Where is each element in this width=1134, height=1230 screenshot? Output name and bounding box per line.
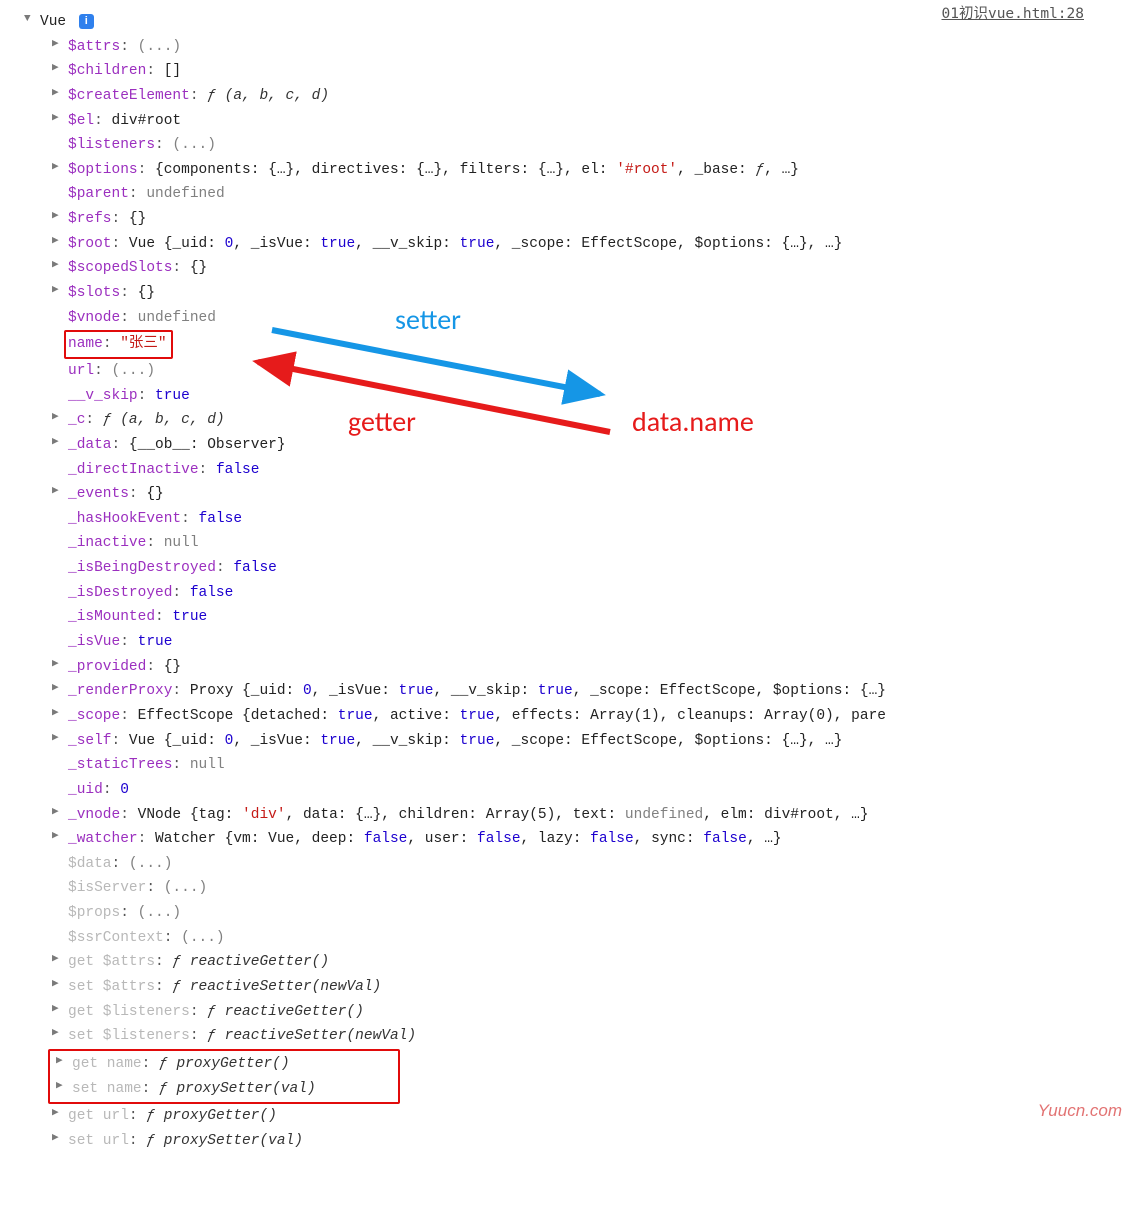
chevron-right-icon[interactable]: ▶ [52, 1129, 66, 1148]
chevron-right-icon[interactable]: ▶ [52, 433, 66, 452]
chevron-right-icon[interactable]: ▶ [52, 803, 66, 822]
prop-renderProxy[interactable]: ▶_renderProxy: Proxy {_uid: 0, _isVue: t… [12, 679, 1122, 704]
name-accessors-highlighted: ▶get name: ƒ proxyGetter() ▶set name: ƒ … [48, 1049, 400, 1104]
prop-attrs[interactable]: ▶$attrs: (...) [12, 35, 1122, 60]
prop-parent[interactable]: ▶$parent: undefined [12, 182, 1122, 207]
chevron-right-icon[interactable]: ▶ [52, 679, 66, 698]
getter-listeners[interactable]: ▶get $listeners: ƒ reactiveGetter() [12, 1000, 1122, 1025]
prop-root[interactable]: ▶$root: Vue {_uid: 0, _isVue: true, __v_… [12, 232, 1122, 257]
prop-listeners[interactable]: ▶$listeners: (...) [12, 133, 1122, 158]
prop-isMounted[interactable]: ▶_isMounted: true [12, 605, 1122, 630]
watermark: Yuucn.com [1038, 1097, 1122, 1126]
chevron-right-icon[interactable]: ▶ [52, 655, 66, 674]
getter-name[interactable]: ▶get name: ƒ proxyGetter() [54, 1052, 394, 1077]
chevron-right-icon[interactable]: ▶ [52, 408, 66, 427]
prop-url[interactable]: ▶url: (...) [12, 359, 1122, 384]
prop-createElement[interactable]: ▶$createElement: ƒ (a, b, c, d) [12, 84, 1122, 109]
prop-scope[interactable]: ▶_scope: EffectScope {detached: true, ac… [12, 704, 1122, 729]
prop-vnode2[interactable]: ▶_vnode: VNode {tag: 'div', data: {…}, c… [12, 803, 1122, 828]
prop-vnode[interactable]: ▶$vnode: undefined [12, 306, 1122, 331]
prop-hasHookEvent[interactable]: ▶_hasHookEvent: false [12, 507, 1122, 532]
annotation-dataname: data.name [632, 398, 754, 446]
chevron-right-icon[interactable]: ▶ [56, 1052, 70, 1071]
chevron-right-icon[interactable]: ▶ [52, 109, 66, 128]
prop-el[interactable]: ▶$el: div#root [12, 109, 1122, 134]
getter-attrs[interactable]: ▶get $attrs: ƒ reactiveGetter() [12, 950, 1122, 975]
prop-isDestroyed[interactable]: ▶_isDestroyed: false [12, 581, 1122, 606]
chevron-right-icon[interactable]: ▶ [52, 704, 66, 723]
prop-events[interactable]: ▶_events: {} [12, 482, 1122, 507]
chevron-right-icon[interactable]: ▶ [52, 35, 66, 54]
console-output: 01初识vue.html:28 ▼ Vue i ▶$attrs: (...) ▶… [0, 0, 1134, 1173]
chevron-right-icon[interactable]: ▶ [52, 158, 66, 177]
setter-name[interactable]: ▶set name: ƒ proxySetter(val) [54, 1077, 394, 1102]
prop-isVue[interactable]: ▶_isVue: true [12, 630, 1122, 655]
chevron-right-icon[interactable]: ▶ [52, 482, 66, 501]
prop-ssrContext[interactable]: ▶$ssrContext: (...) [12, 926, 1122, 951]
prop-children[interactable]: ▶$children: [] [12, 59, 1122, 84]
prop-uid[interactable]: ▶_uid: 0 [12, 778, 1122, 803]
prop-name-highlighted[interactable]: ▶name: "张三" [12, 330, 1122, 359]
prop-isServer[interactable]: ▶$isServer: (...) [12, 876, 1122, 901]
annotation-setter: setter [395, 296, 461, 344]
prop-dollar-props[interactable]: ▶$props: (...) [12, 901, 1122, 926]
prop-watcher[interactable]: ▶_watcher: Watcher {vm: Vue, deep: false… [12, 827, 1122, 852]
prop-options[interactable]: ▶$options: {components: {…}, directives:… [12, 158, 1122, 183]
chevron-right-icon[interactable]: ▶ [52, 232, 66, 251]
prop-directInactive[interactable]: ▶_directInactive: false [12, 458, 1122, 483]
chevron-right-icon[interactable]: ▶ [52, 1000, 66, 1019]
chevron-right-icon[interactable]: ▶ [56, 1077, 70, 1096]
root-object[interactable]: ▼ Vue i [12, 10, 1122, 35]
prop-self[interactable]: ▶_self: Vue {_uid: 0, _isVue: true, __v_… [12, 729, 1122, 754]
setter-url[interactable]: ▶set url: ƒ proxySetter(val) [12, 1129, 1122, 1154]
chevron-right-icon[interactable]: ▶ [52, 59, 66, 78]
prop-inactive[interactable]: ▶_inactive: null [12, 531, 1122, 556]
prop-c[interactable]: ▶_c: ƒ (a, b, c, d) [12, 408, 1122, 433]
chevron-right-icon[interactable]: ▶ [52, 207, 66, 226]
chevron-right-icon[interactable]: ▶ [52, 827, 66, 846]
chevron-right-icon[interactable]: ▶ [52, 281, 66, 300]
info-icon[interactable]: i [79, 14, 94, 29]
prop-provided[interactable]: ▶_provided: {} [12, 655, 1122, 680]
chevron-right-icon[interactable]: ▶ [52, 950, 66, 969]
prop-slots[interactable]: ▶$slots: {} [12, 281, 1122, 306]
chevron-right-icon[interactable]: ▶ [52, 84, 66, 103]
getter-url[interactable]: ▶get url: ƒ proxyGetter() [12, 1104, 1122, 1129]
prop-data[interactable]: ▶_data: {__ob__: Observer} [12, 433, 1122, 458]
prop-dollar-data[interactable]: ▶$data: (...) [12, 852, 1122, 877]
chevron-down-icon[interactable]: ▼ [24, 10, 38, 29]
prop-v-skip[interactable]: ▶__v_skip: true [12, 384, 1122, 409]
setter-listeners[interactable]: ▶set $listeners: ƒ reactiveSetter(newVal… [12, 1024, 1122, 1049]
chevron-right-icon[interactable]: ▶ [52, 256, 66, 275]
chevron-right-icon[interactable]: ▶ [52, 729, 66, 748]
setter-attrs[interactable]: ▶set $attrs: ƒ reactiveSetter(newVal) [12, 975, 1122, 1000]
prop-refs[interactable]: ▶$refs: {} [12, 207, 1122, 232]
annotation-getter: getter [348, 398, 416, 446]
chevron-right-icon[interactable]: ▶ [52, 1024, 66, 1043]
prop-staticTrees[interactable]: ▶_staticTrees: null [12, 753, 1122, 778]
prop-isBeingDestroyed[interactable]: ▶_isBeingDestroyed: false [12, 556, 1122, 581]
chevron-right-icon[interactable]: ▶ [52, 1104, 66, 1123]
chevron-right-icon[interactable]: ▶ [52, 975, 66, 994]
prop-scopedSlots[interactable]: ▶$scopedSlots: {} [12, 256, 1122, 281]
